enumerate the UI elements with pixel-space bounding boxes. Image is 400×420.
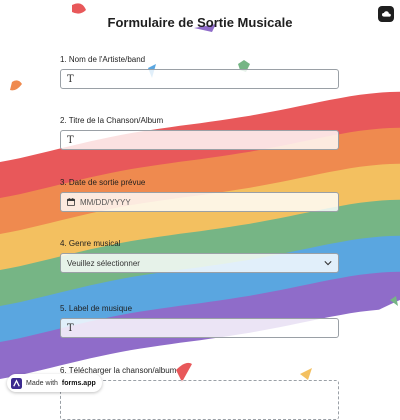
text-type-icon: T [67, 322, 74, 334]
genre-select[interactable]: Veuillez sélectionner [60, 253, 339, 273]
question-genre: 4. Genre musical Veuillez sélectionner [60, 239, 339, 273]
brand-text: forms.app [61, 379, 96, 387]
release-date-input[interactable]: MM/DD/YYYY [60, 192, 339, 212]
cloud-button[interactable] [378, 6, 394, 22]
question-song-title: 2. Titre de la Chanson/Album T [60, 116, 339, 150]
file-upload-area[interactable] [60, 380, 339, 420]
artist-name-input[interactable]: T [60, 69, 339, 89]
forms-app-logo-icon [11, 377, 22, 389]
music-label-input[interactable]: T [60, 318, 339, 338]
genre-select-value: Veuillez sélectionner [67, 258, 140, 268]
question-label: 6. Télécharger la chanson/album [60, 366, 177, 375]
cloud-icon [381, 11, 391, 17]
question-release-date: 3. Date de sortie prévue MM/DD/YYYY [60, 178, 339, 212]
question-upload: 6. Télécharger la chanson/album [60, 366, 339, 420]
made-with-badge[interactable]: Made with forms.app [7, 374, 102, 392]
question-label: 5. Label de musique [60, 304, 133, 313]
question-label: 4. Genre musical [60, 239, 121, 248]
calendar-icon [67, 198, 75, 206]
question-artist-name: 1. Nom de l'Artiste/band T [60, 55, 339, 89]
text-type-icon: T [67, 134, 74, 146]
form-title: Formulaire de Sortie Musicale [107, 15, 293, 30]
date-placeholder: MM/DD/YYYY [80, 197, 131, 207]
question-label: 3. Date de sortie prévue [60, 178, 146, 187]
question-label: 1. Nom de l'Artiste/band [60, 55, 146, 64]
question-label: 2. Titre de la Chanson/Album [60, 116, 164, 125]
chevron-down-icon [324, 261, 332, 266]
text-type-icon: T [67, 73, 74, 85]
song-title-input[interactable]: T [60, 130, 339, 150]
made-with-text: Made with [26, 379, 58, 387]
question-music-label: 5. Label de musique T [60, 304, 339, 338]
